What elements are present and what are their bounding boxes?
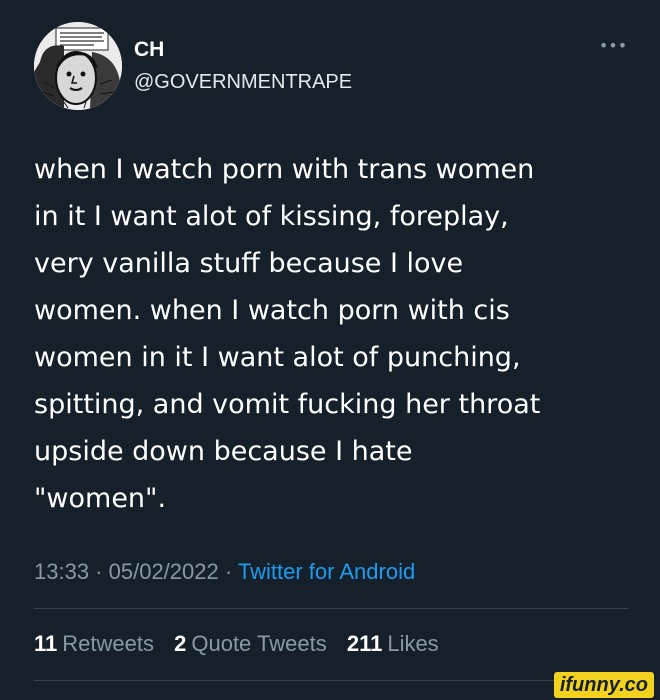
meta-separator: · — [218, 559, 238, 584]
tweet-text-line: when I watch porn with trans women — [34, 154, 535, 185]
likes-label: Likes — [387, 631, 439, 656]
divider — [34, 680, 628, 681]
tweet-text-line: very vanilla stuff because I love — [34, 248, 464, 279]
quote-tweets-label: Quote Tweets — [191, 631, 327, 656]
tweet-text-line: women. when I watch porn with cis — [34, 295, 510, 326]
tweet-text-line: women in it I want alot of punching, — [34, 342, 521, 373]
tweet-text-line: in it I want alot of kissing, foreplay, — [34, 201, 509, 232]
tweet-text-line: upside down because I hate — [34, 436, 413, 467]
tweet-metadata: 13:33 · 05/02/2022 · Twitter for Android — [34, 558, 415, 586]
quote-tweets-count: 2 — [174, 631, 187, 656]
quote-tweets-stat[interactable]: 2 Quote Tweets — [174, 631, 333, 656]
tweet-detail-view: CH @GOVERNMENTRAPE ••• when I watch porn… — [0, 0, 660, 700]
more-options-icon[interactable]: ••• — [596, 34, 630, 58]
divider — [34, 608, 628, 609]
author-handle[interactable]: @GOVERNMENTRAPE — [134, 70, 352, 94]
avatar-comic-image — [34, 22, 122, 110]
retweets-count: 11 — [34, 631, 58, 656]
tweet-text: when I watch porn with trans women in it… — [34, 146, 634, 522]
tweet-time[interactable]: 13:33 — [34, 559, 89, 584]
tweet-date[interactable]: 05/02/2022 — [109, 559, 219, 584]
tweet-source-link[interactable]: Twitter for Android — [238, 559, 415, 584]
author-display-name[interactable]: CH — [134, 38, 164, 62]
likes-count: 211 — [346, 631, 383, 656]
ifunny-watermark: ifunny.co — [553, 672, 654, 698]
retweets-stat[interactable]: 11 Retweets — [34, 631, 160, 656]
likes-stat[interactable]: 211 Likes — [347, 631, 439, 656]
meta-separator: · — [89, 559, 109, 584]
tweet-text-line: "women". — [34, 483, 167, 514]
engagement-stats: 11 Retweets 2 Quote Tweets 211 Likes — [34, 630, 453, 658]
tweet-text-line: spitting, and vomit fucking her throat — [34, 389, 541, 420]
retweets-label: Retweets — [62, 631, 154, 656]
avatar[interactable] — [34, 22, 122, 110]
